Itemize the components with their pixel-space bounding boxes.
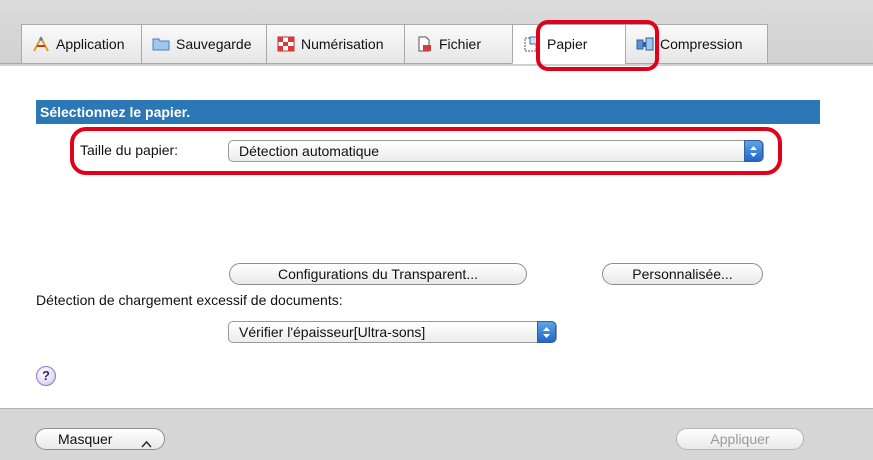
section-header: Sélectionnez le papier.	[36, 100, 820, 124]
paper-size-value: Détection automatique	[239, 143, 380, 159]
popup-arrows-icon	[537, 321, 556, 343]
paper-size-label: Taille du papier:	[80, 142, 179, 158]
folder-icon	[152, 36, 170, 52]
tab-label: Papier	[547, 36, 588, 52]
tab-application[interactable]: Application	[21, 24, 141, 64]
paper-icon	[523, 36, 541, 52]
tab-compression[interactable]: Compression	[625, 24, 768, 64]
overload-detection-popup[interactable]: Vérifier l'épaisseur[Ultra-sons]	[228, 321, 557, 343]
tab-label: Sauvegarde	[176, 36, 252, 52]
custom-button[interactable]: Personnalisée...	[602, 263, 763, 285]
popup-arrows-icon	[744, 140, 763, 162]
transparent-config-button[interactable]: Configurations du Transparent...	[229, 263, 527, 285]
overload-detection-value: Vérifier l'épaisseur[Ultra-sons]	[239, 324, 426, 340]
hide-button-label: Masquer	[58, 431, 113, 447]
tab-numerisation[interactable]: Numérisation	[266, 24, 404, 64]
tab-label: Compression	[660, 36, 743, 52]
tab-sauvegarde[interactable]: Sauvegarde	[141, 24, 266, 64]
tab-fichier[interactable]: Fichier	[404, 24, 512, 64]
scansnap-settings-window: Application Sauvegarde Numérisation Fich…	[0, 0, 873, 460]
help-icon: ?	[42, 368, 50, 383]
tab-label: Application	[56, 36, 125, 52]
chevron-up-icon	[141, 434, 152, 454]
paper-size-popup[interactable]: Détection automatique	[228, 140, 764, 162]
section-title: Sélectionnez le papier.	[40, 104, 191, 120]
hide-button[interactable]: Masquer	[35, 428, 165, 450]
compression-icon	[636, 36, 654, 52]
help-button[interactable]: ?	[36, 366, 56, 386]
tab-papier[interactable]: Papier	[512, 24, 625, 64]
apply-button[interactable]: Appliquer	[676, 428, 804, 450]
tab-bar: Application Sauvegarde Numérisation Fich…	[21, 24, 768, 64]
application-icon	[32, 35, 50, 52]
scan-icon	[277, 36, 295, 52]
tab-label: Fichier	[439, 36, 482, 52]
overload-detection-label: Détection de chargement excessif de docu…	[36, 292, 343, 308]
tab-label: Numérisation	[301, 36, 384, 52]
file-icon	[415, 36, 433, 52]
